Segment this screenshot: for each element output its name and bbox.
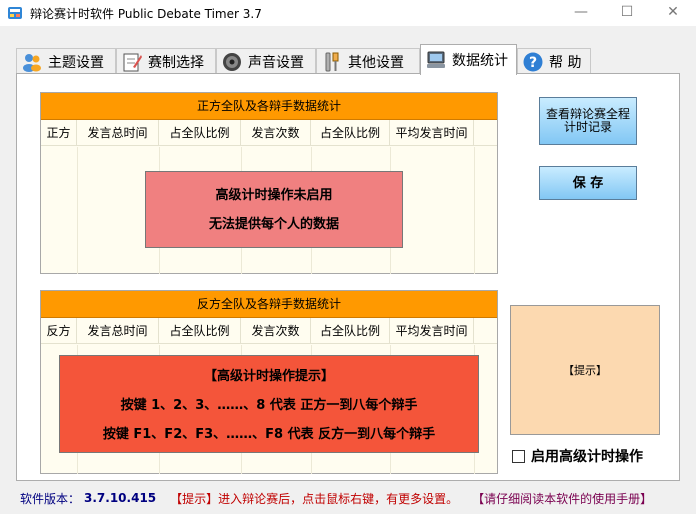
con-panel-header: 反方全队及各辩手数据统计 bbox=[41, 291, 497, 318]
save-button[interactable]: 保 存 bbox=[539, 166, 637, 200]
column-header: 占全队比例 bbox=[311, 318, 390, 344]
tab-data-statistics[interactable]: 数据统计 bbox=[420, 44, 517, 75]
data-statistics-pane: 正方全队及各辩手数据统计 正方 发言总时间 占全队比例 发言次数 占全队比例 平… bbox=[16, 73, 680, 481]
column-header: 占全队比例 bbox=[159, 318, 241, 344]
checkbox-square[interactable] bbox=[512, 449, 525, 463]
window-title: 辩论赛计时软件 Public Debate Timer 3.7 bbox=[30, 7, 262, 21]
pro-advanced-disabled-message: 高级计时操作未启用 无法提供每个人的数据 bbox=[145, 171, 403, 248]
checkbox-label: 启用高级计时操作 bbox=[531, 449, 643, 465]
tab-sound-settings[interactable]: 声音设置 bbox=[216, 48, 316, 74]
close-button[interactable]: ✕ bbox=[650, 0, 696, 26]
version-label: 软件版本： bbox=[20, 491, 81, 506]
column-header: 反方 bbox=[41, 318, 77, 344]
hint-box: 【提示】 bbox=[510, 305, 660, 435]
con-column-headers: 反方 发言总时间 占全队比例 发言次数 占全队比例 平均发言时间 bbox=[41, 318, 497, 344]
svg-text:?: ? bbox=[529, 55, 537, 71]
column-header: 占全队比例 bbox=[159, 120, 241, 146]
manual-link[interactable]: 【请仔细阅读本软件的使用手册】 bbox=[472, 490, 652, 507]
tab-theme-settings[interactable]: 主题设置 bbox=[16, 48, 116, 74]
column-header: 发言总时间 bbox=[77, 120, 159, 146]
main-window: 主题设置 赛制选择 声音设置 其他设置 数据统计 ? 帮 助 正方全队及各辩手数… bbox=[0, 26, 696, 514]
column-header: 平均发言时间 bbox=[390, 318, 474, 344]
minimize-button[interactable]: — bbox=[558, 0, 604, 26]
column-header: 正方 bbox=[41, 120, 77, 146]
con-advanced-hint-message: 【高级计时操作提示】 按键 1、2、3、……、8 代表 正方一到八每个辩手 按键… bbox=[59, 355, 479, 453]
hint-text: 【提示】 bbox=[563, 364, 607, 377]
help-icon: ? bbox=[523, 52, 543, 71]
tab-help[interactable]: ? 帮 助 bbox=[517, 48, 591, 74]
pro-panel-header: 正方全队及各辩手数据统计 bbox=[41, 93, 497, 120]
maximize-button[interactable]: ☐ bbox=[604, 0, 650, 26]
tab-other-settings[interactable]: 其他设置 bbox=[316, 48, 420, 74]
tab-format-selection[interactable]: 赛制选择 bbox=[116, 48, 216, 74]
pro-column-headers: 正方 发言总时间 占全队比例 发言次数 占全队比例 平均发言时间 bbox=[41, 120, 497, 146]
column-header: 发言次数 bbox=[241, 318, 311, 344]
status-tip: 【提示】进入辩论赛后，点击鼠标右键，有更多设置。 bbox=[170, 491, 459, 506]
speaker-icon bbox=[223, 52, 241, 71]
app-icon bbox=[8, 7, 22, 19]
status-bar: 软件版本： 3.7.10.415 【提示】进入辩论赛后，点击鼠标右键，有更多设置… bbox=[0, 486, 696, 510]
enable-advanced-timing-checkbox[interactable]: 启用高级计时操作 bbox=[512, 446, 643, 466]
title-bar: 辩论赛计时软件 Public Debate Timer 3.7 — ☐ ✕ bbox=[0, 0, 696, 26]
column-header: 发言次数 bbox=[241, 120, 311, 146]
con-team-stats-panel: 反方全队及各辩手数据统计 反方 发言总时间 占全队比例 发言次数 占全队比例 平… bbox=[40, 290, 498, 474]
column-header: 占全队比例 bbox=[311, 120, 390, 146]
computer-icon bbox=[427, 51, 445, 68]
column-header: 平均发言时间 bbox=[390, 120, 474, 146]
pro-team-stats-panel: 正方全队及各辩手数据统计 正方 发言总时间 占全队比例 发言次数 占全队比例 平… bbox=[40, 92, 498, 274]
view-full-record-button[interactable]: 查看辩论赛全程计时记录 bbox=[539, 97, 637, 145]
column-header: 发言总时间 bbox=[77, 318, 159, 344]
notepad-icon bbox=[123, 53, 142, 71]
version-number: 3.7.10.415 bbox=[84, 491, 157, 505]
people-icon bbox=[23, 53, 41, 72]
tools-icon bbox=[325, 52, 339, 71]
